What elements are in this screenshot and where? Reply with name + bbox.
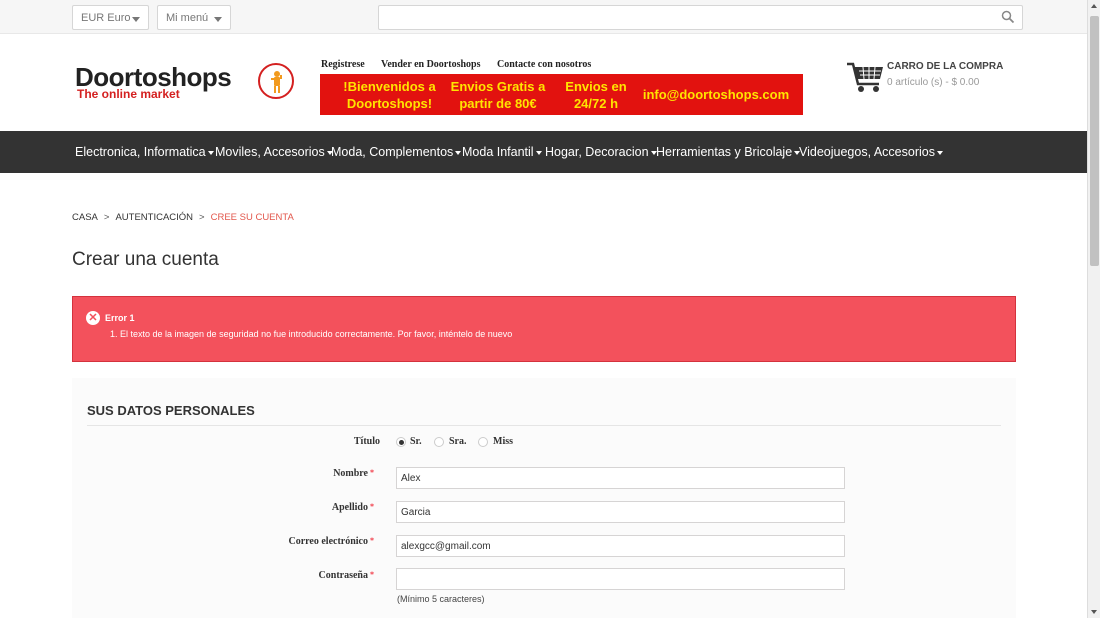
search-input[interactable] — [378, 5, 1023, 30]
caret-down-icon — [936, 150, 943, 155]
title-label: Título — [353, 436, 380, 447]
last-name-label-text: Apellido — [331, 502, 368, 513]
title-option-sr[interactable]: Sr. — [410, 436, 422, 447]
email-field[interactable]: alexgcc@gmail.com — [396, 535, 845, 557]
my-menu-label: Mi menú — [166, 12, 209, 24]
breadcrumb-separator: > — [103, 212, 110, 223]
required-mark: * — [370, 502, 374, 511]
page-scrollbar[interactable] — [1087, 0, 1100, 618]
breadcrumb: CASA > AUTENTICACIÓN > CREE SU CUENTA — [72, 212, 294, 223]
divider — [87, 425, 1001, 426]
nav-item-moda[interactable]: Moda, Complementos — [331, 145, 462, 159]
title-option-miss[interactable]: Miss — [493, 436, 513, 447]
nav-item-electronica[interactable]: Electronica, Informatica — [75, 145, 214, 159]
caret-down-icon — [455, 150, 462, 155]
contact-link[interactable]: Contacte con nosotros — [497, 59, 591, 70]
title-radio-miss[interactable] — [478, 437, 488, 447]
nav-item-hogar[interactable]: Hogar, Decoracion — [545, 145, 657, 159]
scroll-thumb[interactable] — [1090, 16, 1099, 266]
breadcrumb-auth[interactable]: AUTENTICACIÓN — [115, 212, 193, 223]
shopping-cart-icon[interactable] — [845, 60, 885, 94]
password-hint: (Mínimo 5 caracteres) — [397, 594, 485, 604]
page-title: Crear una cuenta — [72, 249, 219, 270]
password-label-text: Contraseña — [318, 570, 368, 581]
nav-label: Hogar, Decoracion — [545, 145, 649, 159]
title-radio-sr[interactable] — [396, 437, 406, 447]
search-icon[interactable] — [1001, 10, 1015, 24]
required-mark: * — [370, 536, 374, 545]
error-title: Error 1 — [105, 313, 135, 323]
password-label: Contraseña * — [214, 570, 374, 581]
sell-link[interactable]: Vender en Doortoshops — [381, 59, 480, 70]
site-logo[interactable]: Doortoshops The online market — [75, 62, 295, 102]
breadcrumb-home[interactable]: CASA — [72, 212, 98, 223]
nav-label: Moda Infantil — [462, 145, 534, 159]
password-field[interactable] — [396, 568, 845, 590]
nav-label: Videojuegos, Accesorios — [799, 145, 935, 159]
error-icon: ✕ — [86, 311, 100, 325]
banner-welcome: !Bienvenidos a Doortoshops! — [343, 79, 436, 111]
my-menu-dropdown[interactable]: Mi menú — [157, 5, 231, 30]
form-heading: SUS DATOS PERSONALES — [87, 403, 255, 418]
title-option-sra[interactable]: Sra. — [449, 436, 467, 447]
mascot-icon — [258, 63, 294, 99]
caret-down-icon — [207, 150, 214, 155]
scroll-up-icon[interactable] — [1091, 4, 1097, 8]
register-link[interactable]: Registrese — [321, 59, 365, 70]
nav-label: Herramientas y Bricolaje — [656, 145, 793, 159]
first-name-label-text: Nombre — [333, 468, 368, 479]
cart-summary: 0 artículo (s) - $ 0.00 — [887, 77, 980, 88]
top-bar: EUR Euro Mi menú — [0, 0, 1087, 34]
error-message: 1. El texto de la imagen de seguridad no… — [110, 329, 513, 339]
chevron-down-icon — [132, 17, 140, 22]
email-label: Correo electrónico * — [214, 536, 375, 547]
currency-dropdown[interactable]: EUR Euro — [72, 5, 149, 30]
currency-label: EUR Euro — [81, 12, 131, 24]
logo-tagline: The online market — [77, 87, 180, 101]
email-label-text: Correo electrónico — [288, 536, 369, 547]
banner-shipping-time: Envios en 24/72 h — [565, 79, 627, 111]
first-name-label: Nombre * — [214, 468, 374, 479]
caret-down-icon — [535, 150, 542, 155]
cart-title[interactable]: CARRO DE LA COMPRA — [887, 61, 1003, 72]
banner-email: info@doortoshops.com — [642, 87, 790, 102]
chevron-down-icon — [214, 17, 222, 22]
banner-free-shipping: Envios Gratis a partir de 80€ — [450, 79, 546, 111]
last-name-label: Apellido * — [214, 502, 374, 513]
required-mark: * — [370, 570, 374, 579]
nav-item-moda-infantil[interactable]: Moda Infantil — [462, 145, 542, 159]
error-alert: ✕ Error 1 1. El texto de la imagen de se… — [72, 296, 1016, 362]
required-mark: * — [370, 468, 374, 477]
title-radio-sra[interactable] — [434, 437, 444, 447]
nav-item-herramientas[interactable]: Herramientas y Bricolaje — [656, 145, 801, 159]
nav-item-videojuegos[interactable]: Videojuegos, Accesorios — [799, 145, 943, 159]
scroll-down-icon[interactable] — [1091, 610, 1097, 614]
last-name-field[interactable]: Garcia — [396, 501, 845, 523]
breadcrumb-separator: > — [199, 212, 205, 223]
personal-data-form: SUS DATOS PERSONALES Título Sr. Sra. Mis… — [72, 378, 1016, 618]
nav-label: Electronica, Informatica — [75, 145, 206, 159]
header-links: Registrese Vender en Doortoshops Contact… — [321, 59, 605, 70]
nav-label: Moda, Complementos — [331, 145, 454, 159]
breadcrumb-current: CREE SU CUENTA — [210, 212, 294, 223]
nav-item-moviles[interactable]: Moviles, Accesorios — [215, 145, 333, 159]
main-nav: Electronica, Informatica Moviles, Acceso… — [0, 131, 1087, 173]
promo-banner[interactable]: !Bienvenidos a Doortoshops! Envios Grati… — [320, 74, 803, 115]
nav-label: Moviles, Accesorios — [215, 145, 325, 159]
first-name-field[interactable]: Alex — [396, 467, 845, 489]
